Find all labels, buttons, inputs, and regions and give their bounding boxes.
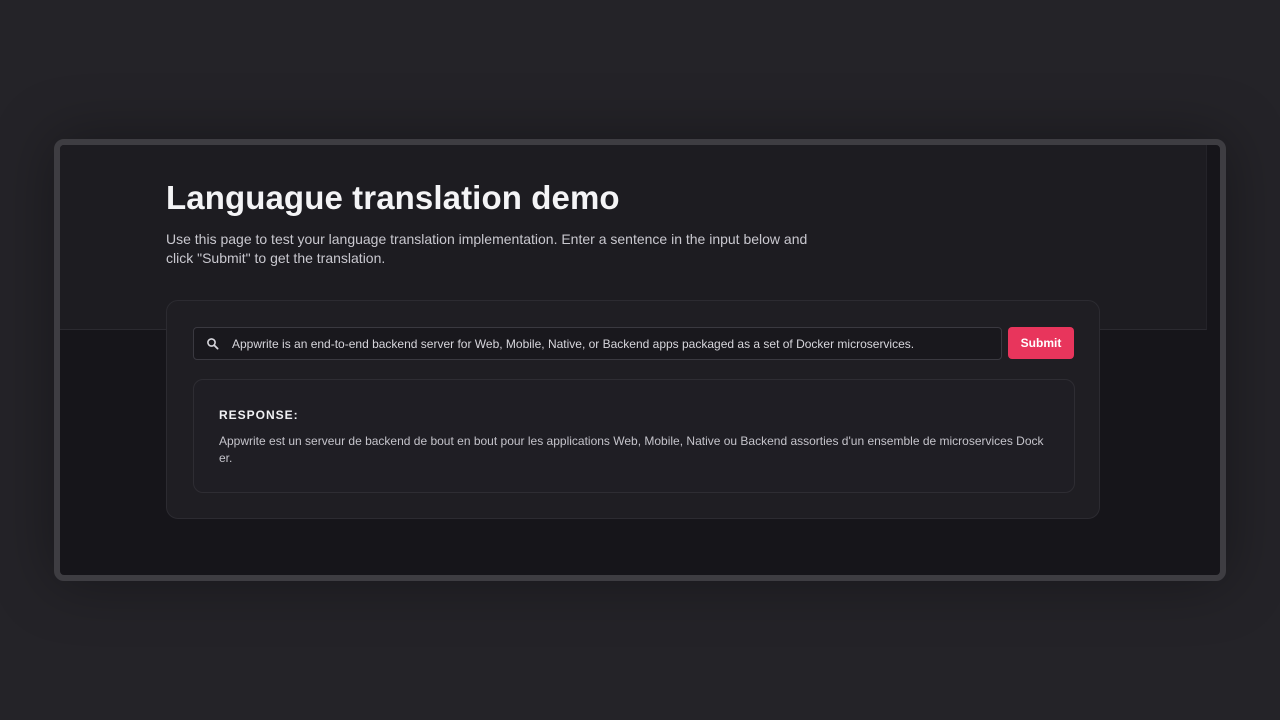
submit-button[interactable]: Submit xyxy=(1008,327,1074,359)
search-row: Submit xyxy=(193,327,1075,360)
page-title: Languague translation demo xyxy=(166,179,620,216)
browser-frame: Languague translation demo Use this page… xyxy=(54,139,1226,581)
page-description: Use this page to test your language tran… xyxy=(166,231,808,266)
search-input[interactable] xyxy=(232,328,992,359)
response-text: Appwrite est un serveur de backend de bo… xyxy=(219,434,1044,465)
search-icon xyxy=(206,337,220,351)
translation-card: Submit RESPONSE: Appwrite est un serveur… xyxy=(166,300,1100,519)
response-box: RESPONSE: Appwrite est un serveur de bac… xyxy=(193,379,1075,493)
search-box[interactable] xyxy=(193,327,1002,360)
response-label: RESPONSE: xyxy=(219,408,299,422)
